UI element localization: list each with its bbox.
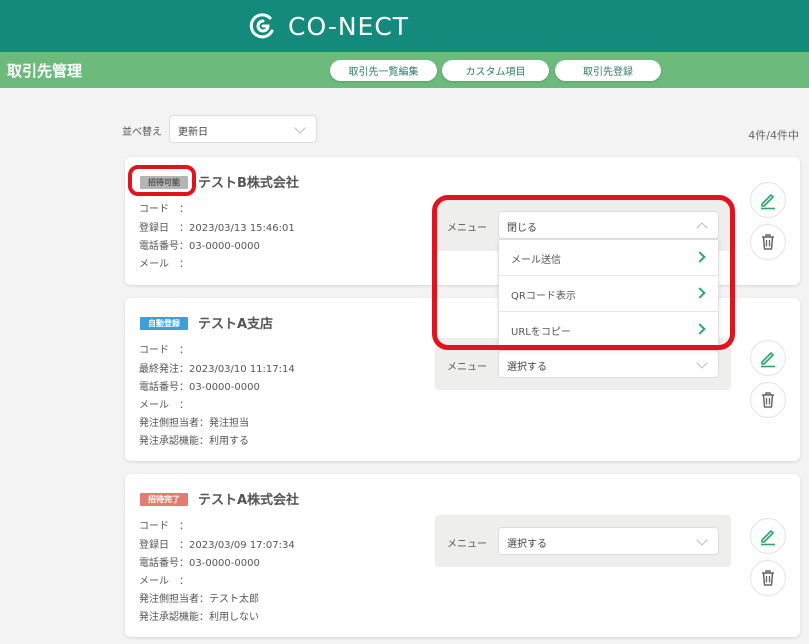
field-email: メール ： [139,576,189,587]
menu-item-show-qr[interactable]: QRコード表示 [499,276,718,312]
menu-label: メニュー [447,362,487,373]
menu-box: メニュー 選択する [435,515,731,567]
field-email: メール ： [139,259,189,270]
edit-button[interactable] [750,518,786,554]
field-phone: 電話番号：03-0000-0000 [139,241,260,252]
delete-button[interactable] [750,224,786,260]
menu-select-value: 閉じる [507,223,537,234]
chevron-right-icon [694,323,706,335]
logo-icon [249,13,274,39]
pencil-icon [761,352,775,368]
menu-item-copy-url[interactable]: URLをコピー [499,312,718,348]
field-phone: 電話番号：03-0000-0000 [139,382,260,393]
field-order-contact: 発注側担当者：発注担当 [139,418,249,429]
sort-select-value: 更新日 [178,127,208,138]
menu-label: メニュー [447,223,487,234]
partner-name: テストA株式会社 [198,493,300,508]
pencil-icon [761,194,775,210]
field-registered: 登録日 ：2023/03/13 15:46:01 [139,223,295,234]
trash-icon [762,392,774,408]
field-code: コード ： [139,521,189,532]
top-header: CO-NECT [0,0,809,52]
trash-icon [762,570,774,586]
pencil-icon [761,530,775,546]
status-badge: 招待完了 [140,493,188,506]
partner-name: テストA支店 [198,317,274,332]
field-last-order: 最終発注：2023/03/10 11:17:14 [139,364,295,375]
result-count: 4件/4件中 [748,129,799,142]
delete-button[interactable] [750,560,786,596]
partner-card: 招待完了 テストA株式会社 コード ： 登録日 ：2023/03/09 17:0… [125,474,800,637]
register-partner-button[interactable]: 取引先登録 [555,60,661,81]
menu-select[interactable]: 閉じる [498,211,719,239]
chevron-down-icon [696,357,708,369]
delete-button[interactable] [750,382,786,418]
field-approval: 発注承認機能：利用しない [139,612,259,623]
field-order-contact: 発注側担当者：テスト太郎 [139,594,259,605]
partner-name: テストB株式会社 [198,176,299,191]
field-registered: 登録日 ：2023/03/09 17:07:34 [139,540,295,551]
edit-button[interactable] [750,340,786,376]
logo-text: CO-NECT [288,11,410,41]
logo[interactable]: CO-NECT [248,9,409,43]
field-code: コード ： [139,204,189,215]
edit-button[interactable] [750,182,786,218]
menu-select-value: 選択する [507,539,547,550]
menu-item-label: QRコード表示 [511,291,576,302]
menu-select[interactable]: 選択する [498,527,719,555]
chevron-down-icon [294,122,306,134]
chevron-up-icon [696,222,708,234]
menu-item-send-email[interactable]: メール送信 [499,240,718,276]
chevron-right-icon [694,287,706,299]
sort-select[interactable]: 更新日 [169,115,317,143]
field-phone: 電話番号：03-0000-0000 [139,558,260,569]
menu-dropdown: メール送信 QRコード表示 URLをコピー [498,239,719,349]
trash-icon [762,234,774,250]
sub-header: 取引先管理 取引先一覧編集 カスタム項目 取引先登録 [0,52,809,88]
field-approval: 発注承認機能：利用する [139,436,249,447]
menu-item-label: URLをコピー [511,327,571,338]
sort-label: 並べ替え [122,127,162,138]
menu-label: メニュー [447,539,487,550]
status-badge: 自動登録 [140,317,188,330]
chevron-down-icon [696,534,708,546]
menu-item-label: メール送信 [511,255,561,266]
field-code: コード ： [139,345,189,356]
menu-select[interactable]: 選択する [498,350,719,378]
menu-select-value: 選択する [507,362,547,373]
chevron-right-icon [694,251,706,263]
status-badge: 招待可能 [140,176,188,189]
field-email: メール ： [139,400,189,411]
page-title: 取引先管理 [7,62,83,80]
custom-fields-button[interactable]: カスタム項目 [442,60,549,81]
partner-list-edit-button[interactable]: 取引先一覧編集 [330,60,437,81]
